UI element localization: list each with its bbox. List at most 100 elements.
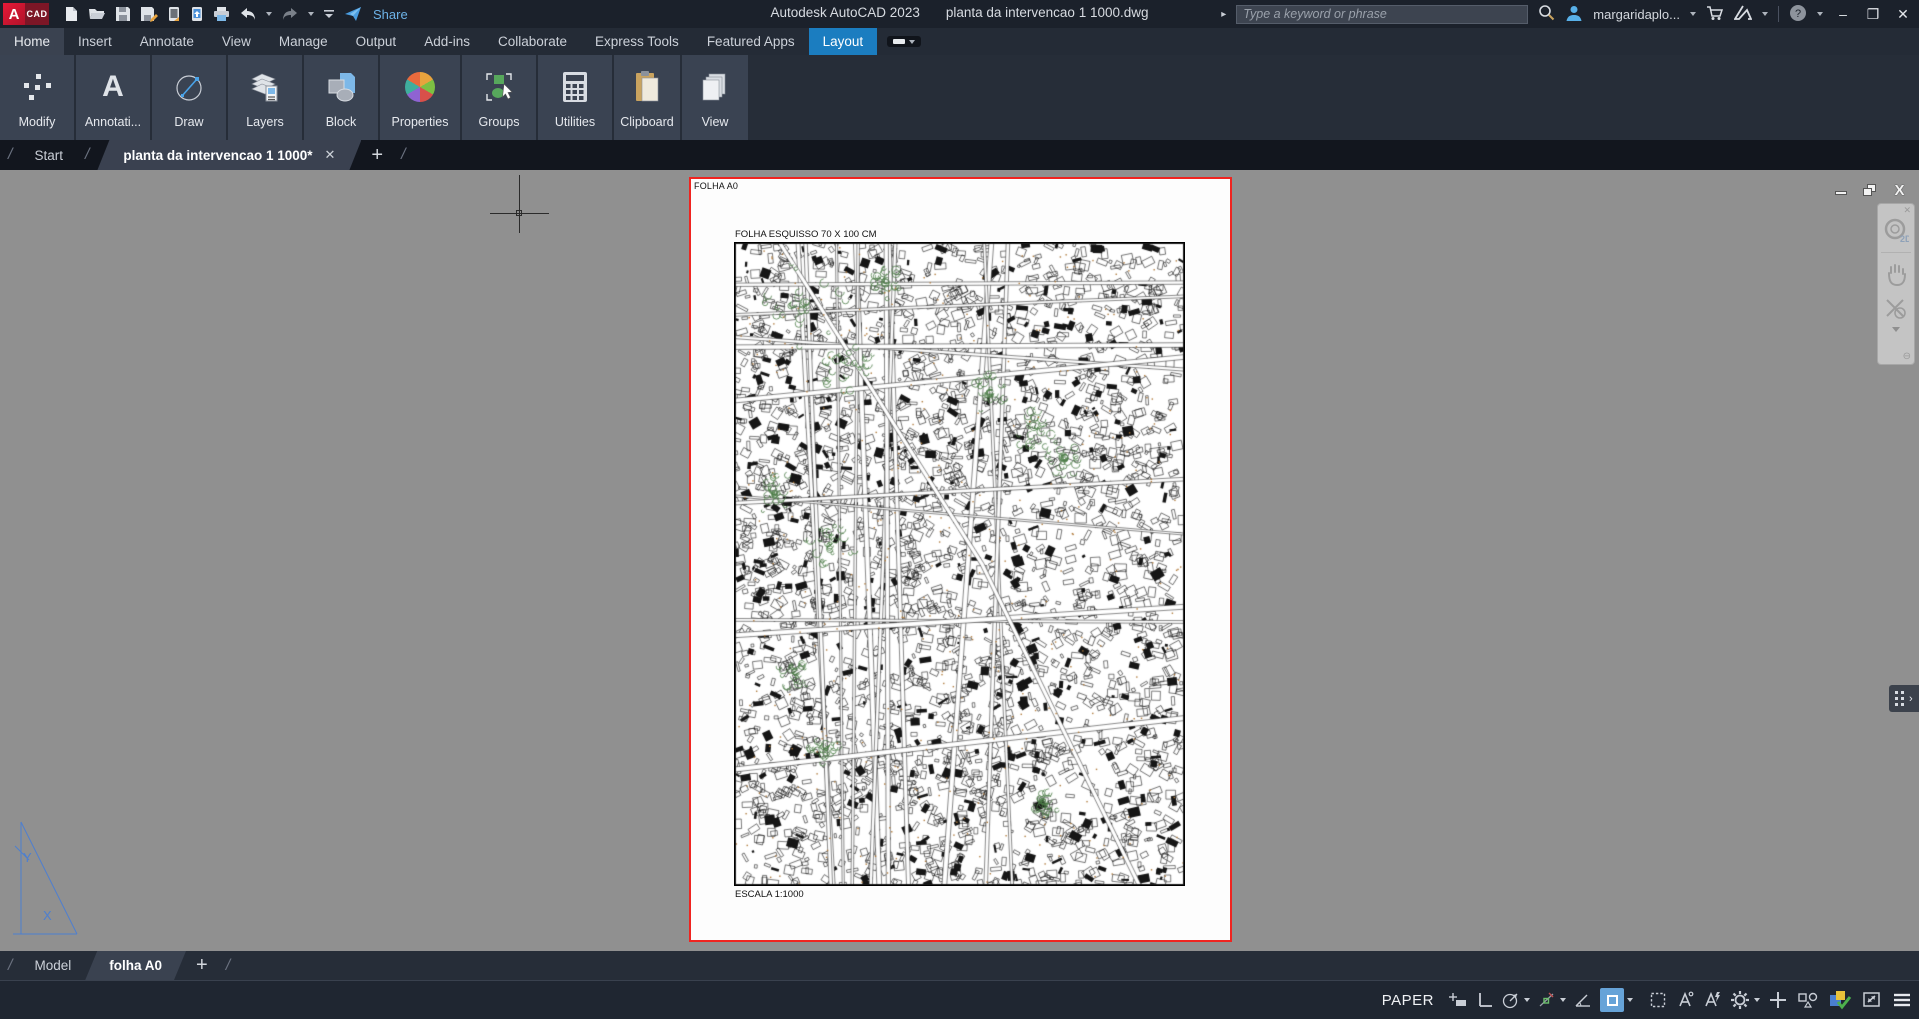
panel-layers[interactable]: Layers (228, 55, 302, 140)
svg-text:2D: 2D (1900, 234, 1909, 244)
drawing-area[interactable]: FOLHA A0 FOLHA ESQUISSO 70 X 100 CM ESCA… (0, 170, 1919, 951)
search-icon[interactable] (1538, 4, 1555, 24)
viewport-dropdown-icon[interactable] (1627, 998, 1633, 1002)
open-file-button[interactable] (88, 6, 106, 22)
tab-featured-apps[interactable]: Featured Apps (693, 28, 809, 55)
tab-addins[interactable]: Add-ins (410, 28, 484, 55)
panel-groups[interactable]: Groups (462, 55, 536, 140)
paper-model-toggle[interactable] (1600, 988, 1633, 1012)
autocad-cad-logo: CAD (25, 3, 49, 25)
drawing-restore-button[interactable] (1863, 184, 1878, 197)
new-layout-button[interactable]: + (186, 954, 218, 977)
ribbon-toggle-dropdown[interactable] (909, 40, 915, 44)
snap-mode-icon[interactable] (1447, 990, 1469, 1010)
cart-icon[interactable] (1706, 5, 1724, 24)
panel-modify[interactable]: Modify (0, 55, 74, 140)
save-as-button[interactable] (140, 6, 158, 22)
gear-dropdown-icon[interactable] (1754, 998, 1760, 1002)
status-bar: PAPER (0, 981, 1919, 1019)
osnap-tracking-icon[interactable] (1537, 990, 1566, 1010)
navbar-customize-icon[interactable]: ⊖ (1903, 351, 1911, 362)
share-icon (344, 6, 362, 22)
steering-wheel-icon[interactable]: 2D (1878, 218, 1914, 244)
redo-button[interactable] (281, 7, 299, 21)
tab-home[interactable]: Home (0, 28, 64, 55)
layout-paper-sheet[interactable]: FOLHA A0 FOLHA ESQUISSO 70 X 100 CM ESCA… (689, 177, 1232, 942)
new-file-button[interactable] (63, 6, 79, 22)
file-tab-start[interactable]: Start (20, 140, 77, 170)
signed-in-user[interactable]: margaridaplo... (1593, 7, 1680, 22)
customize-qat-button[interactable] (323, 8, 335, 20)
selection-cycling-icon[interactable] (1648, 990, 1668, 1010)
save-to-web-mobile-button[interactable] (190, 6, 204, 22)
drawing-minimize-button[interactable] (1834, 184, 1849, 197)
isolate-objects-icon[interactable] (1796, 990, 1820, 1010)
map-viewport[interactable] (734, 242, 1183, 884)
zoom-extents-icon[interactable] (1878, 297, 1914, 321)
annotation-autoscale-icon[interactable] (1702, 990, 1722, 1010)
osnap-dropdown-icon[interactable] (1560, 998, 1566, 1002)
file-tab-current[interactable]: planta da intervencao 1 1000* ✕ (97, 140, 361, 170)
plot-button[interactable] (213, 6, 230, 22)
tab-layout[interactable]: Layout (809, 28, 878, 55)
annotation-visibility-icon[interactable] (1675, 990, 1695, 1010)
search-flyout-icon[interactable]: ▸ (1221, 9, 1226, 20)
autodesk-dropdown[interactable] (1762, 12, 1768, 16)
panel-annotation[interactable]: A Annotati... (76, 55, 150, 140)
pan-hand-icon[interactable] (1878, 263, 1914, 287)
panel-label: Groups (479, 115, 520, 129)
tab-model[interactable]: Model (20, 951, 85, 980)
panel-properties[interactable]: Properties (380, 55, 460, 140)
navbar-close-icon[interactable]: ✕ (1903, 205, 1911, 216)
undo-button[interactable] (239, 7, 257, 21)
tab-express-tools[interactable]: Express Tools (581, 28, 693, 55)
file-tab-label: planta da intervencao 1 1000* (123, 148, 312, 163)
share-button[interactable]: Share (373, 7, 408, 22)
tab-view[interactable]: View (208, 28, 265, 55)
status-menu-icon[interactable] (1891, 990, 1913, 1010)
polar-dropdown-icon[interactable] (1524, 998, 1530, 1002)
tab-manage[interactable]: Manage (265, 28, 342, 55)
app-menu-button[interactable]: A CAD (3, 3, 49, 25)
redo-dropdown[interactable] (308, 12, 314, 16)
file-tab-close-icon[interactable]: ✕ (325, 147, 336, 163)
tab-annotate[interactable]: Annotate (126, 28, 208, 55)
autodesk-logo-icon[interactable] (1734, 5, 1752, 23)
search-input[interactable] (1236, 5, 1528, 24)
tab-collaborate[interactable]: Collaborate (484, 28, 581, 55)
annotation-icon: A (102, 61, 124, 113)
tab-folha-a0[interactable]: folha A0 (85, 951, 186, 980)
undo-dropdown[interactable] (266, 12, 272, 16)
close-window-button[interactable]: ✕ (1893, 6, 1913, 23)
city-map-drawing (734, 242, 1185, 886)
ribbon-display-toggle[interactable] (887, 36, 921, 47)
palette-anchor[interactable]: › (1889, 685, 1919, 712)
panel-clipboard[interactable]: Clipboard (614, 55, 680, 140)
layout-tab-bar: / Model folha A0 + / (0, 951, 1919, 981)
object-snap-angle-icon[interactable] (1573, 990, 1593, 1010)
user-dropdown[interactable] (1690, 12, 1696, 16)
tab-output[interactable]: Output (342, 28, 411, 55)
tab-insert[interactable]: Insert (64, 28, 126, 55)
ortho-mode-icon[interactable] (1476, 990, 1494, 1010)
new-drawing-tab-button[interactable]: + (361, 144, 393, 167)
navigation-bar[interactable]: ✕ 2D ⊖ (1877, 203, 1915, 365)
plus-tool-icon[interactable] (1767, 989, 1789, 1011)
open-from-web-mobile-button[interactable] (167, 6, 181, 22)
drawing-close-button[interactable]: X (1892, 184, 1907, 197)
minimize-window-button[interactable]: – (1833, 6, 1853, 22)
customization-gear-icon[interactable] (1729, 989, 1760, 1011)
zoom-dropdown-icon[interactable] (1892, 327, 1900, 332)
save-button[interactable] (115, 6, 131, 22)
panel-view[interactable]: View (682, 55, 748, 140)
paper-space-label[interactable]: PAPER (1382, 992, 1434, 1009)
panel-utilities[interactable]: Utilities (538, 55, 612, 140)
graphics-performance-icon[interactable] (1827, 988, 1853, 1012)
help-dropdown[interactable] (1817, 12, 1823, 16)
clean-screen-icon[interactable] (1860, 989, 1884, 1011)
panel-block[interactable]: Block (304, 55, 378, 140)
help-icon[interactable]: ? (1789, 4, 1807, 25)
polar-tracking-icon[interactable] (1501, 990, 1530, 1010)
restore-window-button[interactable]: ❐ (1863, 6, 1883, 23)
panel-draw[interactable]: Draw (152, 55, 226, 140)
